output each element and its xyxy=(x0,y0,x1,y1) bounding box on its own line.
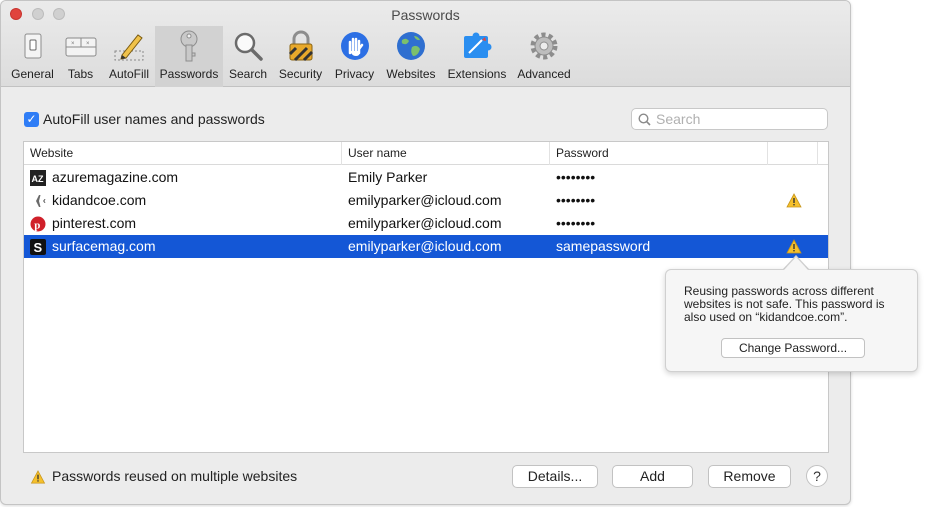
svg-text:AZ: AZ xyxy=(32,174,44,184)
tab-label: Passwords xyxy=(159,67,219,81)
tab-advanced[interactable]: Advanced xyxy=(514,26,574,87)
table-row[interactable]: kidandcoe.com emilyparker@icloud.com •••… xyxy=(24,189,828,212)
az-logo-icon: AZ xyxy=(30,170,46,186)
popover-arrow xyxy=(784,257,808,270)
switch-icon xyxy=(24,33,41,59)
warning-icon[interactable] xyxy=(786,239,802,254)
magnifier-icon xyxy=(234,32,263,61)
warning-icon[interactable] xyxy=(786,193,802,208)
help-button[interactable]: ? xyxy=(806,465,828,487)
puzzle-icon xyxy=(464,32,492,58)
preferences-window: Passwords General × × Tabs AutoFill Pass… xyxy=(0,0,851,505)
key-icon xyxy=(180,30,198,62)
website-cell: surfacemag.com xyxy=(52,238,156,254)
tab-label: Security xyxy=(278,67,323,81)
column-header-website[interactable]: Website xyxy=(24,142,342,165)
pencil-icon xyxy=(114,34,144,61)
warning-icon xyxy=(30,470,46,484)
table-row[interactable]: AZ azuremagazine.com Emily Parker ••••••… xyxy=(24,166,828,189)
table-row[interactable]: p pinterest.com emilyparker@icloud.com •… xyxy=(24,212,828,235)
reused-passwords-label: Passwords reused on multiple websites xyxy=(52,468,298,484)
tab-autofill[interactable]: AutoFill xyxy=(104,26,154,87)
autofill-label: AutoFill user names and passwords xyxy=(43,111,265,127)
tab-label: Tabs xyxy=(67,67,94,81)
tab-security[interactable]: Security xyxy=(274,26,327,87)
username-cell: emilyparker@icloud.com xyxy=(348,238,502,254)
username-cell: emilyparker@icloud.com xyxy=(348,192,502,208)
svg-text:×: × xyxy=(86,41,90,47)
svg-text:p: p xyxy=(34,220,40,232)
globe-icon xyxy=(397,32,425,60)
password-cell: samepassword xyxy=(556,238,651,254)
padlock-icon xyxy=(288,30,313,62)
tab-search[interactable]: Search xyxy=(225,26,271,87)
s-logo-icon: S xyxy=(30,239,46,255)
airplane-icon xyxy=(31,195,46,207)
website-cell: kidandcoe.com xyxy=(52,192,147,208)
column-header-warning xyxy=(768,142,818,165)
gear-icon xyxy=(530,32,558,60)
password-reuse-popover: Reusing passwords across different websi… xyxy=(665,269,918,372)
website-cell: azuremagazine.com xyxy=(52,169,179,185)
tab-label: Search xyxy=(228,67,268,81)
pinterest-icon: p xyxy=(30,216,46,232)
tab-label: General xyxy=(11,67,54,81)
hand-icon xyxy=(340,32,369,60)
search-icon xyxy=(638,113,651,126)
tab-general[interactable]: General xyxy=(6,26,59,87)
column-header-password[interactable]: Password xyxy=(550,142,768,165)
change-password-button[interactable]: Change Password... xyxy=(721,338,865,358)
svg-text:S: S xyxy=(34,240,43,255)
tab-passwords[interactable]: Passwords xyxy=(155,26,223,87)
tab-privacy[interactable]: Privacy xyxy=(331,26,378,87)
tab-label: Extensions xyxy=(447,67,507,81)
tab-label: AutoFill xyxy=(108,67,149,81)
password-cell: •••••••• xyxy=(556,192,596,208)
tab-label: Privacy xyxy=(334,67,375,81)
remove-button[interactable]: Remove xyxy=(708,465,791,488)
username-cell: Emily Parker xyxy=(348,169,428,185)
autofill-checkbox[interactable]: ✓ xyxy=(24,112,39,127)
tab-extensions[interactable]: Extensions xyxy=(443,26,511,87)
toolbar: Passwords General × × Tabs AutoFill Pass… xyxy=(1,1,850,87)
tab-label: Websites xyxy=(386,67,436,81)
username-cell: emilyparker@icloud.com xyxy=(348,215,502,231)
search-input[interactable] xyxy=(656,110,824,128)
details-button[interactable]: Details... xyxy=(512,465,598,488)
window-title: Passwords xyxy=(391,7,460,23)
website-cell: pinterest.com xyxy=(52,215,137,231)
search-field[interactable] xyxy=(631,108,828,130)
add-button[interactable]: Add xyxy=(612,465,693,488)
table-row-selected[interactable]: S surfacemag.com emilyparker@icloud.com … xyxy=(24,235,828,258)
tab-tabs[interactable]: × × Tabs xyxy=(61,26,100,87)
column-header-username[interactable]: User name xyxy=(342,142,550,165)
popover-message: Reusing passwords across different websi… xyxy=(684,284,885,324)
tabs-icon: × × xyxy=(65,37,96,57)
tab-websites[interactable]: Websites xyxy=(381,26,441,87)
password-cell: •••••••• xyxy=(556,215,596,231)
tab-label: Advanced xyxy=(517,67,571,81)
table-header: Website User name Password xyxy=(24,142,828,165)
password-cell: •••••••• xyxy=(556,169,596,185)
svg-text:×: × xyxy=(71,41,75,47)
